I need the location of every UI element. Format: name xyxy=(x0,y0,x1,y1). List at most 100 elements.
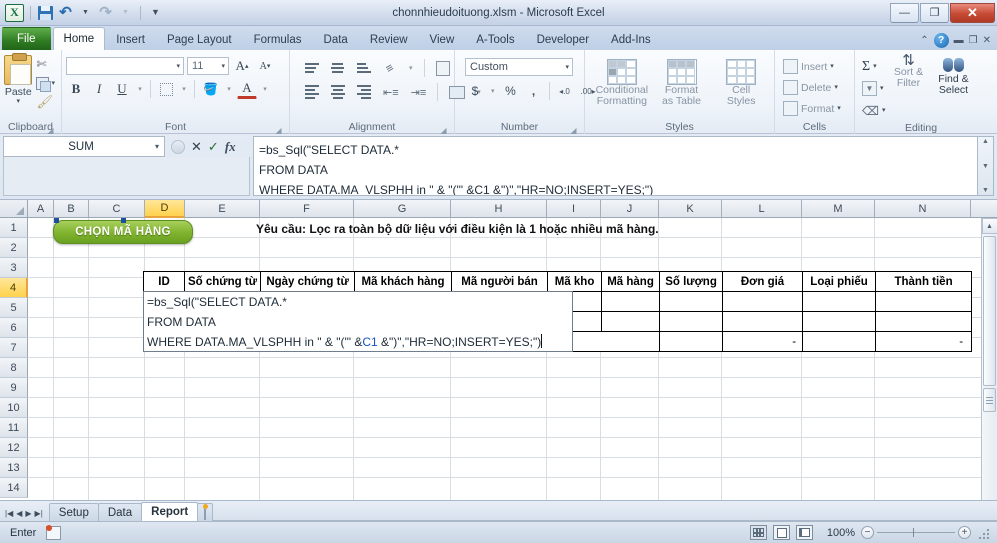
cell-row5-ma-hang[interactable] xyxy=(602,312,660,332)
undo-icon[interactable]: ↶ xyxy=(57,4,74,21)
column-header-F[interactable]: F xyxy=(260,200,354,218)
column-header-K[interactable]: K xyxy=(659,200,722,218)
shape-handle-top[interactable] xyxy=(121,218,126,223)
view-page-layout-button[interactable] xyxy=(773,525,790,540)
italic-button[interactable]: I xyxy=(89,79,109,99)
formula-input[interactable]: =bs_Sql("SELECT DATA.* FROM DATA WHERE D… xyxy=(253,136,978,196)
formula-expand-icon[interactable]: ▼ xyxy=(982,187,989,194)
borders-caret-icon[interactable]: ▾ xyxy=(179,79,189,99)
next-sheet-button[interactable]: ▶ xyxy=(25,509,31,518)
last-sheet-button[interactable]: ▶| xyxy=(35,509,43,518)
view-page-break-button[interactable] xyxy=(796,525,813,540)
cell-row4-so-luong[interactable] xyxy=(660,292,723,312)
window-resize-grip[interactable] xyxy=(977,527,989,539)
tab-developer[interactable]: Developer xyxy=(526,29,600,50)
clear-caret-icon[interactable]: ▾ xyxy=(882,107,886,114)
font-name-caret-icon[interactable]: ▾ xyxy=(176,63,180,70)
font-color-caret-icon[interactable]: ▾ xyxy=(260,79,270,99)
column-header-I[interactable]: I xyxy=(547,200,601,218)
paste-button[interactable]: Paste ▾ xyxy=(4,53,32,105)
find-select-button[interactable]: Find & Select xyxy=(931,56,975,96)
bold-button[interactable]: B xyxy=(66,79,86,99)
format-as-table-button[interactable]: Format as Table xyxy=(653,59,711,107)
column-header-B[interactable]: B xyxy=(54,200,89,218)
column-header-L[interactable]: L xyxy=(722,200,802,218)
sort-filter-button[interactable]: ⇅ Sort & Filter xyxy=(888,56,928,89)
font-size-caret-icon[interactable]: ▾ xyxy=(221,63,225,70)
row-header-11[interactable]: 11 xyxy=(0,418,28,438)
cell-row6-thanh-tien[interactable]: - xyxy=(876,332,972,352)
cell-row5-loai-phieu[interactable] xyxy=(803,312,876,332)
first-sheet-button[interactable]: |◀ xyxy=(5,509,13,518)
align-bottom-button[interactable] xyxy=(354,58,374,78)
vertical-scrollbar[interactable]: ▲ xyxy=(981,218,997,500)
shrink-font-button[interactable]: A▾ xyxy=(255,56,275,76)
autosum-button[interactable]: Σ ▾ xyxy=(862,56,885,77)
decrease-indent-button[interactable]: ⇤≡ xyxy=(380,82,402,102)
cell-row4-don-gia[interactable] xyxy=(723,292,803,312)
increase-decimal-button[interactable]: ◂.0 xyxy=(555,81,575,101)
insert-caret-icon[interactable]: ▾ xyxy=(830,63,834,70)
cell-canvas[interactable]: CHỌN MÃ HÀNG Yêu cầu: Lọc ra toàn bộ dữ … xyxy=(28,218,997,500)
minimize-button[interactable]: — xyxy=(890,3,919,23)
delete-cells-button[interactable]: Delete ▾ xyxy=(783,77,838,98)
confirm-formula-button[interactable]: ✓ xyxy=(208,139,219,155)
minimize-ribbon-icon[interactable]: ▬ xyxy=(954,35,964,46)
help-icon[interactable]: ? xyxy=(934,33,949,48)
undo-dropdown-icon[interactable]: ▼ xyxy=(77,4,94,21)
copy-button[interactable]: ▾ xyxy=(34,74,57,92)
select-all-corner[interactable] xyxy=(0,200,28,218)
row-header-2[interactable]: 2 xyxy=(0,238,28,258)
insert-cells-button[interactable]: Insert ▾ xyxy=(783,56,834,77)
column-header-C[interactable]: C xyxy=(89,200,145,218)
row-header-10[interactable]: 10 xyxy=(0,398,28,418)
sheet-tab-setup[interactable]: Setup xyxy=(49,503,99,521)
row-header-3[interactable]: 3 xyxy=(0,258,28,278)
prev-sheet-button[interactable]: ◀ xyxy=(16,509,22,518)
tab-a-tools[interactable]: A-Tools xyxy=(465,29,525,50)
redo-icon[interactable]: ↷ xyxy=(97,4,114,21)
tab-home[interactable]: Home xyxy=(53,27,106,50)
borders-button[interactable] xyxy=(156,79,176,99)
underline-caret-icon[interactable]: ▾ xyxy=(135,79,145,99)
row-header-5[interactable]: 5 xyxy=(0,298,28,318)
percent-style-button[interactable]: % xyxy=(501,81,521,101)
column-header-D[interactable]: D xyxy=(145,200,185,218)
column-header-E[interactable]: E xyxy=(185,200,260,218)
number-format-combo[interactable]: Custom ▾ xyxy=(465,58,573,76)
customize-qat-icon[interactable]: ▼ xyxy=(147,4,164,21)
cell-row5-thanh-tien[interactable] xyxy=(876,312,972,332)
row-header-14[interactable]: 14 xyxy=(0,478,28,498)
fill-button[interactable]: ▼ ▾ xyxy=(862,78,885,99)
insert-worksheet-button[interactable] xyxy=(197,503,213,521)
zoom-out-button[interactable]: − xyxy=(861,526,874,539)
cancel-formula-button[interactable]: ✕ xyxy=(191,139,202,155)
align-left-button[interactable] xyxy=(302,82,322,102)
cell-row5-so-luong[interactable] xyxy=(660,312,723,332)
format-painter-button[interactable]: 🖌 xyxy=(34,93,57,111)
insert-function-button[interactable]: fx xyxy=(225,139,236,155)
row-header-9[interactable]: 9 xyxy=(0,378,28,398)
fill-color-caret-icon[interactable]: ▾ xyxy=(224,79,234,99)
split-grip[interactable] xyxy=(983,388,996,412)
tab-review[interactable]: Review xyxy=(359,29,419,50)
clear-button[interactable]: ⌫ ▾ xyxy=(862,100,885,121)
row-header-4[interactable]: 4 xyxy=(0,278,28,298)
fill-caret-icon[interactable]: ▾ xyxy=(880,85,884,92)
tab-page-layout[interactable]: Page Layout xyxy=(156,29,243,50)
cell-styles-button[interactable]: Cell Styles xyxy=(712,59,770,107)
restore-button[interactable]: ❐ xyxy=(920,3,949,23)
column-header-A[interactable]: A xyxy=(28,200,54,218)
formula-scroll-up-icon[interactable]: ▲ xyxy=(982,138,989,145)
tab-data[interactable]: Data xyxy=(313,29,359,50)
comma-style-button[interactable]: , xyxy=(524,81,544,101)
number-dialog-launcher[interactable]: ◢ xyxy=(569,124,578,133)
tab-file[interactable]: File xyxy=(2,27,51,50)
clipboard-dialog-launcher[interactable]: ◢ xyxy=(46,124,55,133)
increase-indent-button[interactable]: ⇥≡ xyxy=(408,82,430,102)
font-color-button[interactable]: A xyxy=(237,79,257,99)
zoom-level[interactable]: 100% xyxy=(819,527,855,539)
row-header-6[interactable]: 6 xyxy=(0,318,28,338)
cut-button[interactable]: ✄ xyxy=(34,55,57,73)
cell-row6-loai-phieu[interactable] xyxy=(803,332,876,352)
